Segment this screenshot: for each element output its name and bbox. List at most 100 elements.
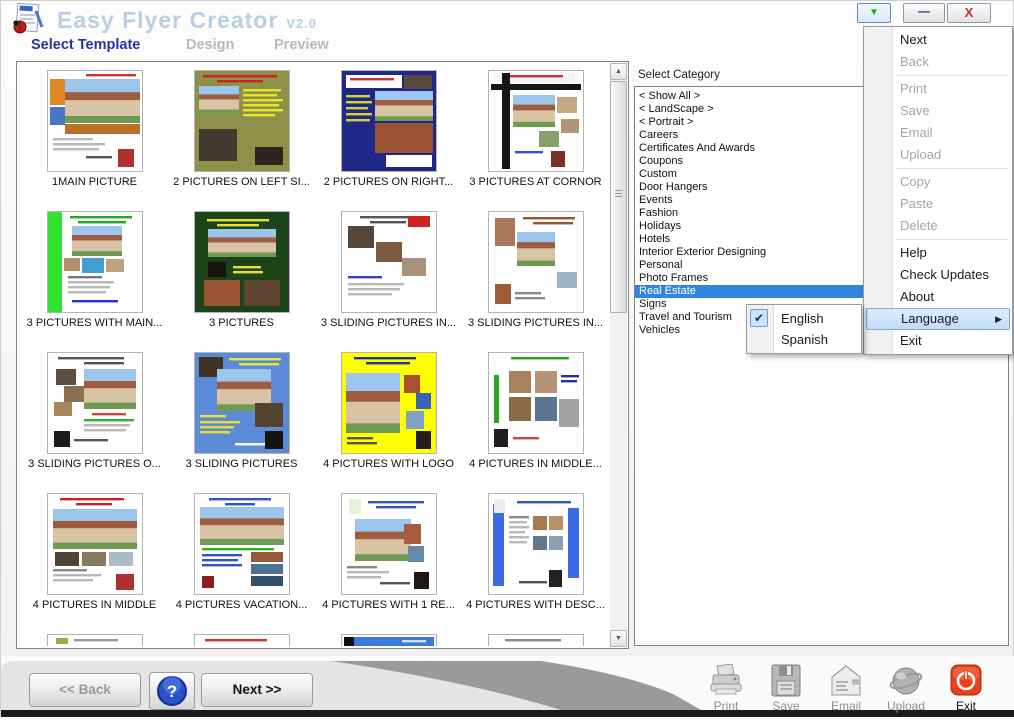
submenu-item-spanish[interactable]: Spanish <box>747 329 861 350</box>
template-cell[interactable]: 2 PICTURES ON LEFT SI... <box>168 70 315 211</box>
language-submenu: ✔English Spanish <box>746 304 862 354</box>
dock-print-button[interactable]: Print <box>703 664 749 713</box>
dock-email-button[interactable]: Email <box>823 664 869 713</box>
next-button[interactable]: Next >> <box>201 673 313 707</box>
minimize-icon: — <box>918 4 930 18</box>
template-thumbnail[interactable] <box>47 493 143 595</box>
template-thumbnail[interactable] <box>341 352 437 454</box>
app-dropdown-menu: Next Back PrintSaveEmailUpload Copy Paste Del… <box>863 26 1013 355</box>
template-cell[interactable]: 4 PICTURES IN MIDDLE <box>21 493 168 634</box>
scroll-up-icon[interactable]: ▲ <box>610 63 627 80</box>
menu-item-check-updates[interactable]: Check Updates <box>864 264 1012 286</box>
template-cell-partial[interactable] <box>315 634 462 646</box>
template-cell[interactable]: 4 PICTURES WITH DESC... <box>462 493 609 634</box>
tab-design[interactable]: Design <box>186 37 234 53</box>
menu-item-email[interactable]: Email <box>864 122 1012 144</box>
template-thumbnail[interactable] <box>194 211 290 313</box>
template-thumbnail[interactable] <box>488 634 584 646</box>
svg-text:?: ? <box>167 682 177 701</box>
template-cell[interactable]: 3 SLIDING PICTURES IN... <box>315 211 462 352</box>
template-cell[interactable]: 4 PICTURES VACATION... <box>168 493 315 634</box>
close-button[interactable]: X <box>947 3 991 23</box>
dock-upload-button[interactable]: Upload <box>883 664 929 713</box>
submenu-item-label: Spanish <box>781 332 828 347</box>
template-cell[interactable]: 4 PICTURES IN MIDDLE... <box>462 352 609 493</box>
template-scrollbar[interactable]: ▲ ▼ <box>610 63 627 647</box>
menu-item-copy[interactable]: Copy <box>864 171 1012 193</box>
menu-item-next[interactable]: Next <box>864 29 1012 51</box>
globe-icon <box>883 664 929 698</box>
envelope-icon <box>823 664 869 698</box>
template-cell[interactable]: 3 SLIDING PICTURES O... <box>21 352 168 493</box>
template-cell[interactable]: 2 PICTURES ON RIGHT... <box>315 70 462 211</box>
template-thumbnail[interactable] <box>488 70 584 172</box>
template-thumbnail[interactable] <box>341 70 437 172</box>
help-button[interactable]: ? <box>149 672 195 710</box>
template-cell[interactable]: 1MAIN PICTURE <box>21 70 168 211</box>
menu-separator <box>896 75 1008 76</box>
template-thumbnail[interactable] <box>341 634 437 646</box>
template-name: 3 PICTURES <box>209 317 274 329</box>
template-cell[interactable]: 4 PICTURES WITH 1 RE... <box>315 493 462 634</box>
template-cell-partial[interactable] <box>168 634 315 646</box>
template-thumbnail[interactable] <box>488 211 584 313</box>
template-cell[interactable]: 3 PICTURES AT CORNOR <box>462 70 609 211</box>
menu-item-print[interactable]: Print <box>864 78 1012 100</box>
menu-item-label: About <box>900 289 934 304</box>
menu-item-help[interactable]: Help <box>864 242 1012 264</box>
menu-separator <box>896 239 1008 240</box>
back-button[interactable]: << Back <box>29 673 141 707</box>
template-cell[interactable]: 3 SLIDING PICTURES <box>168 352 315 493</box>
template-cell[interactable]: 4 PICTURES WITH LOGO <box>315 352 462 493</box>
template-thumbnail[interactable] <box>47 70 143 172</box>
submenu-item-english[interactable]: ✔English <box>747 308 861 329</box>
template-name: 3 PICTURES WITH MAIN... <box>27 317 163 329</box>
tab-select-template[interactable]: Select Template <box>31 37 140 53</box>
dock-exit-button[interactable]: Exit <box>943 664 989 713</box>
template-thumbnail[interactable] <box>194 493 290 595</box>
template-name: 4 PICTURES VACATION... <box>176 599 308 611</box>
menu-item-delete[interactable]: Delete <box>864 215 1012 237</box>
help-question-icon: ? <box>155 674 189 708</box>
menu-item-back[interactable]: Back <box>864 51 1012 73</box>
close-icon: X <box>965 5 974 20</box>
template-thumbnail[interactable] <box>194 634 290 646</box>
menu-item-label: Paste <box>900 196 933 211</box>
tab-preview[interactable]: Preview <box>274 37 329 53</box>
template-name: 3 SLIDING PICTURES IN... <box>321 317 456 329</box>
template-thumbnail[interactable] <box>194 70 290 172</box>
menu-item-about[interactable]: About <box>864 286 1012 308</box>
scrollbar-thumb[interactable] <box>610 81 627 313</box>
template-thumbnail[interactable] <box>47 352 143 454</box>
menu-item-paste[interactable]: Paste <box>864 193 1012 215</box>
minimize-button[interactable]: — <box>903 3 945 23</box>
template-thumbnail[interactable] <box>47 634 143 646</box>
menu-item-save[interactable]: Save <box>864 100 1012 122</box>
menu-item-label: Delete <box>900 218 938 233</box>
template-name: 4 PICTURES IN MIDDLE <box>33 599 156 611</box>
template-thumbnail[interactable] <box>488 493 584 595</box>
template-thumbnail[interactable] <box>341 211 437 313</box>
window-menu-button[interactable]: ▼ <box>857 3 891 23</box>
template-name: 3 SLIDING PICTURES O... <box>28 458 161 470</box>
menu-item-label: Back <box>900 54 929 69</box>
template-cell-partial[interactable] <box>462 634 609 646</box>
category-label: Select Category <box>638 69 720 81</box>
menu-item-label: Check Updates <box>900 267 989 282</box>
app-logo-icon <box>9 3 47 37</box>
menu-item-exit[interactable]: Exit <box>864 330 1012 352</box>
template-name: 2 PICTURES ON RIGHT... <box>324 176 454 188</box>
template-cell-partial[interactable] <box>21 634 168 646</box>
template-cell[interactable]: 3 SLIDING PICTURES IN... <box>462 211 609 352</box>
template-cell[interactable]: 3 PICTURES WITH MAIN... <box>21 211 168 352</box>
scroll-down-icon[interactable]: ▼ <box>610 630 627 647</box>
dock-save-button[interactable]: Save <box>763 664 809 713</box>
menu-item-upload[interactable]: Upload <box>864 144 1012 166</box>
template-thumbnail[interactable] <box>488 352 584 454</box>
template-thumbnail[interactable] <box>341 493 437 595</box>
template-thumbnail[interactable] <box>47 211 143 313</box>
template-cell[interactable]: 3 PICTURES <box>168 211 315 352</box>
template-thumbnail[interactable] <box>194 352 290 454</box>
app-title: Easy Flyer CreatorV2.0 <box>57 7 317 34</box>
menu-item-language[interactable]: Language▶ <box>866 308 1010 330</box>
